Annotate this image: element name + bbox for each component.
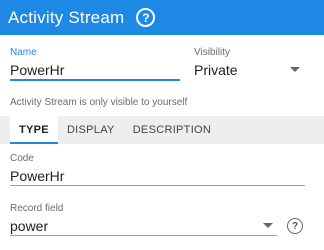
visibility-note: Activity Stream is only visible to yours… (10, 97, 188, 108)
page-title: Activity Stream (8, 7, 125, 27)
tab-bar: TYPE DISPLAY DESCRIPTION (0, 116, 324, 144)
name-label: Name (10, 47, 37, 58)
record-field-label: Record field (10, 203, 64, 214)
record-field-help-icon[interactable]: ? (287, 218, 303, 234)
record-field-value[interactable]: power (10, 218, 277, 234)
chevron-down-icon[interactable] (263, 223, 273, 228)
record-field-underline (10, 235, 277, 236)
name-field[interactable]: Name PowerHr (10, 47, 180, 81)
tab-display[interactable]: DISPLAY (58, 116, 124, 144)
help-icon[interactable]: ? (136, 8, 156, 27)
visibility-select[interactable]: Visibility Private (194, 47, 304, 81)
name-underline (10, 79, 180, 81)
app-header: Activity Stream ? (0, 0, 324, 35)
tab-type[interactable]: TYPE (10, 116, 58, 144)
code-input[interactable]: PowerHr (10, 168, 305, 184)
tab-description[interactable]: DESCRIPTION (124, 116, 220, 144)
visibility-value[interactable]: Private (194, 62, 304, 78)
code-field[interactable]: Code PowerHr (10, 153, 305, 187)
code-label: Code (10, 153, 34, 164)
chevron-down-icon[interactable] (290, 67, 300, 72)
record-field-select[interactable]: Record field power (10, 203, 277, 237)
visibility-label: Visibility (194, 47, 230, 58)
name-input[interactable]: PowerHr (10, 62, 180, 78)
code-underline (10, 185, 305, 186)
